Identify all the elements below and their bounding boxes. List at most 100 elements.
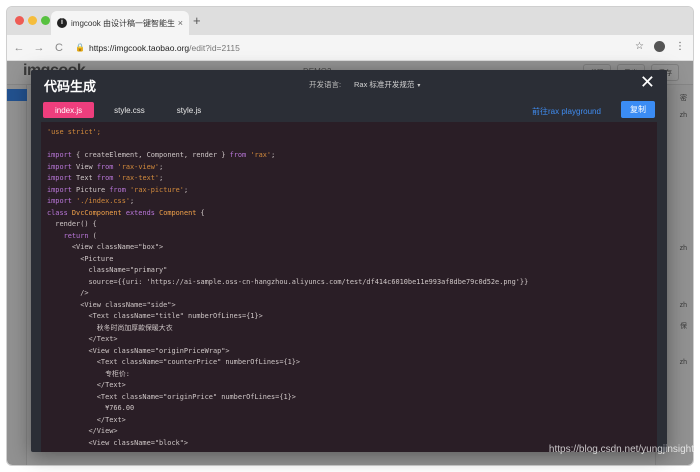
- menu-icon[interactable]: ⋮: [675, 41, 685, 52]
- code-token: extends: [125, 208, 155, 217]
- code-token: <View className="box">: [47, 243, 164, 251]
- star-icon[interactable]: ☆: [635, 41, 644, 52]
- code-line: import View from 'rax-view';: [47, 162, 528, 174]
- code-token: render() {: [47, 220, 97, 228]
- close-icon[interactable]: ✕: [640, 73, 655, 91]
- code-line: <Text className="originPrice" numberOfLi…: [47, 392, 528, 404]
- close-window-icon[interactable]: [15, 16, 24, 25]
- code-token: from: [96, 174, 114, 182]
- code-line: className="primary": [47, 265, 528, 277]
- url-path: /edit?id=2115: [189, 42, 240, 53]
- rax-playground-link[interactable]: 前往rax playground: [532, 106, 601, 117]
- code-token: className="primary": [47, 266, 168, 274]
- copy-button[interactable]: 复制: [621, 101, 655, 118]
- new-tab-button[interactable]: +: [193, 13, 201, 29]
- code-line: <Text className="title" numberOfLines={1…: [47, 311, 528, 323]
- address-bar[interactable]: https://imgcook.taobao.org/edit?id=2115: [89, 43, 240, 53]
- code-line: />: [47, 288, 528, 300]
- browser-tabbar: i imgcook 由设计稿一键智能生成 × +: [7, 7, 693, 35]
- code-token: {: [196, 208, 205, 217]
- tab-close-icon[interactable]: ×: [178, 18, 183, 28]
- code-token: ;: [183, 185, 189, 194]
- code-token: from: [96, 162, 114, 171]
- minimize-window-icon[interactable]: [28, 16, 37, 25]
- code-token: 'rax-text': [117, 174, 160, 182]
- code-token: />: [47, 289, 89, 297]
- maximize-window-icon[interactable]: [41, 16, 50, 25]
- code-line: <View className="block">: [47, 438, 528, 450]
- profile-avatar-icon[interactable]: [654, 41, 665, 52]
- tab-style-js[interactable]: style.js: [165, 102, 213, 118]
- reload-icon[interactable]: C: [51, 42, 67, 54]
- code-token: import: [47, 197, 72, 205]
- code-line: </Text>: [47, 380, 528, 392]
- modal-title: 代码生成: [44, 79, 97, 94]
- code-token: </Text>: [47, 415, 126, 424]
- code-token: ;: [159, 162, 164, 171]
- lang-label: 开发语言:: [309, 80, 342, 89]
- code-token: View: [71, 162, 97, 171]
- lang-select-value: Rax 标准开发规范: [354, 80, 415, 89]
- code-token: import: [47, 162, 72, 171]
- code-token: </View>: [47, 427, 118, 435]
- code-line: return (: [47, 231, 528, 243]
- code-token: ;: [271, 151, 276, 159]
- code-editor[interactable]: 'use strict'; import { createElement, Co…: [41, 122, 657, 452]
- code-token: <Text className="originPrice" numberOfLi…: [47, 392, 296, 401]
- code-line: 专柜价:: [47, 369, 528, 381]
- code-line: 秋冬时尚加厚款保暖大衣: [47, 323, 528, 335]
- tab-index-js[interactable]: index.js: [43, 102, 95, 118]
- code-gen-modal: 代码生成 开发语言: Rax 标准开发规范 ▾ ✕ index.js style.…: [31, 70, 667, 452]
- browser-toolbar: ← → C 🔒 https://imgcook.taobao.org/edit?…: [7, 35, 693, 61]
- code-line: <Text className="counterPrice" numberOfL…: [47, 357, 528, 369]
- code-token: DvcComponent: [71, 208, 122, 217]
- code-token: ;: [159, 174, 164, 182]
- code-token: ¥766.00: [47, 404, 135, 412]
- forward-icon[interactable]: →: [31, 42, 47, 54]
- code-token: 'rax-picture': [130, 185, 184, 194]
- code-token: </Text>: [47, 381, 126, 389]
- lang-select[interactable]: Rax 标准开发规范 ▾: [354, 79, 420, 90]
- code-token: import: [47, 174, 72, 182]
- code-token: Component: [159, 208, 197, 217]
- url-host: https://imgcook.taobao.org: [88, 42, 190, 53]
- code-line: </Text>: [47, 415, 528, 427]
- lock-icon[interactable]: 🔒: [75, 43, 85, 52]
- modal-header: 代码生成 开发语言: Rax 标准开发规范 ▾ ✕: [31, 70, 667, 96]
- code-line: <View className="box">: [47, 242, 528, 254]
- code-content: 'use strict'; import { createElement, Co…: [47, 127, 528, 449]
- code-token: (: [88, 231, 97, 240]
- browser-tab[interactable]: i imgcook 由设计稿一键智能生成 ×: [51, 11, 189, 35]
- code-line: import { createElement, Component, rende…: [47, 150, 528, 162]
- code-token: </Text>: [47, 335, 118, 343]
- code-token: from: [109, 185, 126, 194]
- code-line: import Text from 'rax-text';: [47, 173, 528, 185]
- code-line: render() {: [47, 219, 528, 231]
- code-token: <Picture: [47, 254, 114, 263]
- tab-title: imgcook 由设计稿一键智能生成: [71, 18, 175, 28]
- code-line: import Picture from 'rax-picture';: [47, 185, 528, 197]
- code-token: <View className="block">: [47, 438, 189, 447]
- code-line: import './index.css';: [47, 196, 528, 208]
- code-line: <View className="originPriceWrap">: [47, 346, 528, 358]
- code-token: Picture: [71, 185, 110, 194]
- chevron-down-icon: ▾: [417, 83, 421, 89]
- tab-style-css[interactable]: style.css: [102, 102, 157, 118]
- back-icon[interactable]: ←: [11, 42, 27, 54]
- code-token: ;: [130, 197, 135, 205]
- code-line: class DvcComponent extends Component {: [47, 208, 528, 220]
- code-line: ¥766.00: [47, 403, 528, 415]
- code-line: <Picture: [47, 254, 528, 266]
- screenshot: i imgcook 由设计稿一键智能生成 × + ← → C 🔒 https:/…: [0, 0, 700, 472]
- watermark: https://blog.csdn.net/yungjinsight: [548, 444, 694, 455]
- code-token: Text: [71, 174, 97, 182]
- code-token: <Text className="title" numberOfLines={1…: [47, 312, 263, 320]
- file-tabs: index.js style.css style.js: [43, 102, 213, 118]
- code-token: 'rax': [250, 151, 272, 159]
- code-line: </View>: [47, 426, 528, 438]
- toolbar-actions: ☆ ⋮: [635, 41, 685, 52]
- code-token: 'rax-view': [117, 162, 160, 171]
- code-line: </Text>: [47, 334, 528, 346]
